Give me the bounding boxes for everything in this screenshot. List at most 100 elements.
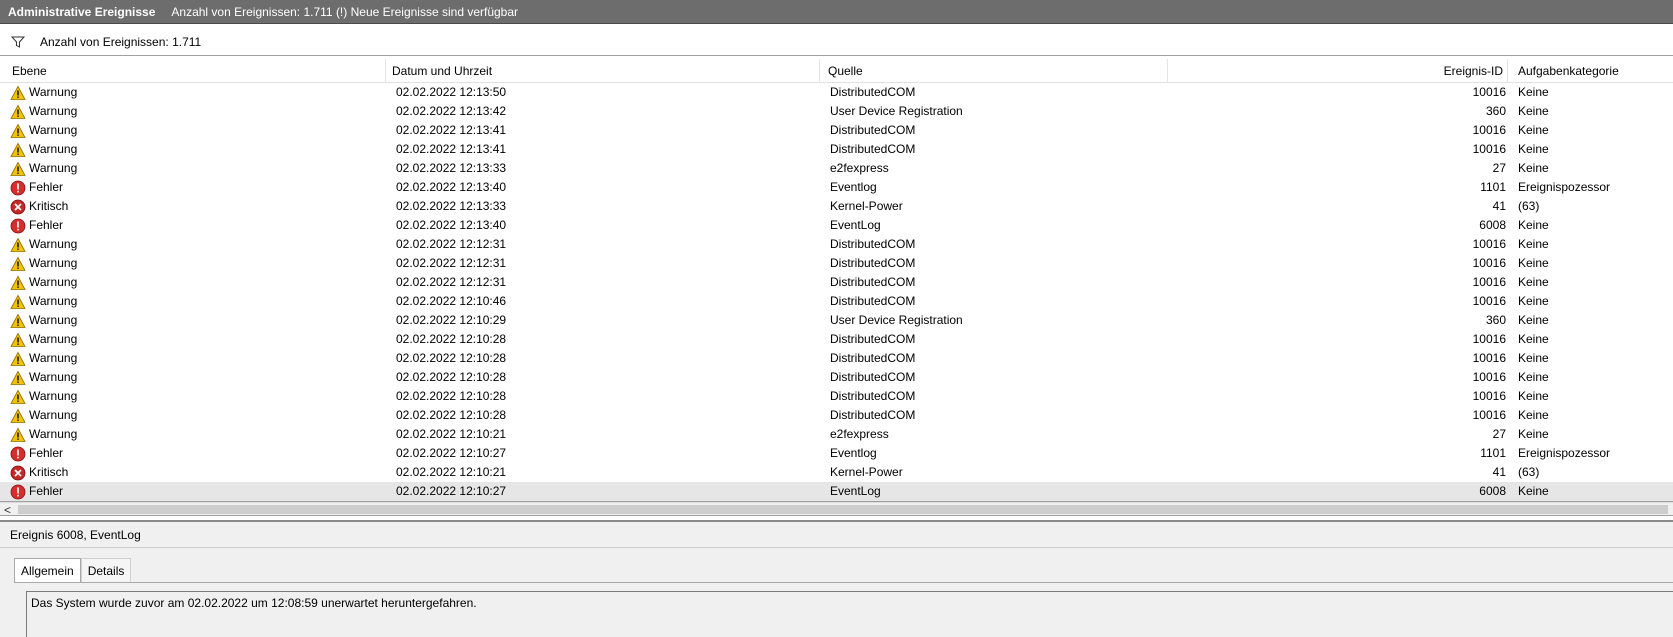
page-title: Administrative Ereignisse — [8, 4, 156, 19]
level-label: Warnung — [29, 104, 78, 118]
source-cell: Kernel-Power — [830, 199, 903, 213]
category-cell: Keine — [1518, 313, 1549, 327]
critical-icon — [10, 465, 26, 481]
error-icon — [10, 484, 26, 500]
table-row[interactable]: Warnung 02.02.2022 12:10:21 e2fexpress 27 Ke… — [0, 425, 1673, 444]
table-body: Warnung 02.02.2022 12:13:50 DistributedCOM… — [0, 83, 1673, 501]
table-row[interactable]: Warnung 02.02.2022 12:10:28 DistributedCOM… — [0, 349, 1673, 368]
warning-icon — [10, 351, 26, 367]
event-message[interactable]: Das System wurde zuvor am 02.02.2022 um … — [26, 591, 1673, 637]
event-table: Ebene Datum und Uhrzeit Quelle Ereignis-… — [0, 59, 1673, 502]
tab-allgemein[interactable]: Allgemein — [14, 558, 81, 583]
table-row[interactable]: Warnung 02.02.2022 12:13:41 DistributedCOM… — [0, 121, 1673, 140]
date-cell: 02.02.2022 12:10:29 — [396, 313, 507, 327]
column-header-category[interactable]: Aufgabenkategorie — [1512, 59, 1673, 83]
category-cell: Keine — [1518, 85, 1549, 99]
source-cell: EventLog — [830, 218, 881, 232]
critical-icon — [10, 199, 26, 215]
category-cell: Ereignispozessor — [1518, 180, 1611, 194]
date-cell: 02.02.2022 12:10:21 — [396, 427, 507, 441]
date-cell: 02.02.2022 12:10:28 — [396, 408, 507, 422]
horizontal-scrollbar[interactable]: < — [0, 502, 1673, 517]
event-id-cell: 6008 — [1479, 484, 1506, 498]
table-row[interactable]: Warnung 02.02.2022 12:10:46 DistributedCOM… — [0, 292, 1673, 311]
source-cell: EventLog — [830, 484, 881, 498]
table-row[interactable]: Warnung 02.02.2022 12:10:28 DistributedCOM… — [0, 330, 1673, 349]
error-icon — [10, 218, 26, 234]
tab-details[interactable]: Details — [80, 558, 132, 582]
date-cell: 02.02.2022 12:10:28 — [396, 370, 507, 384]
column-header-event-id[interactable]: Ereignis-ID — [1168, 59, 1508, 83]
category-cell: Keine — [1518, 351, 1549, 365]
level-cell: Warnung — [10, 349, 77, 368]
source-cell: User Device Registration — [830, 104, 963, 118]
date-cell: 02.02.2022 12:13:41 — [396, 142, 507, 156]
table-row[interactable]: Fehler 02.02.2022 12:13:40 Eventlog 1101 Ere… — [0, 178, 1673, 197]
table-row[interactable]: Warnung 02.02.2022 12:10:28 DistributedCOM… — [0, 368, 1673, 387]
level-cell: Kritisch — [10, 197, 68, 216]
table-row[interactable]: Warnung 02.02.2022 12:13:33 e2fexpress 27 Ke… — [0, 159, 1673, 178]
level-cell: Warnung — [10, 406, 77, 425]
date-cell: 02.02.2022 12:13:33 — [396, 199, 507, 213]
table-row[interactable]: Kritisch 02.02.2022 12:10:21 Kernel-Power 4… — [0, 463, 1673, 482]
table-row[interactable]: Kritisch 02.02.2022 12:13:33 Kernel-Power 4… — [0, 197, 1673, 216]
warning-icon — [10, 161, 26, 177]
source-cell: DistributedCOM — [830, 85, 916, 99]
date-cell: 02.02.2022 12:13:40 — [396, 180, 507, 194]
level-cell: Warnung — [10, 83, 77, 102]
category-cell: Keine — [1518, 161, 1549, 175]
table-row[interactable]: Warnung 02.02.2022 12:12:31 DistributedCOM… — [0, 235, 1673, 254]
table-row[interactable]: Warnung 02.02.2022 12:10:28 DistributedCOM… — [0, 406, 1673, 425]
column-header-level[interactable]: Ebene — [6, 59, 386, 83]
level-label: Warnung — [29, 313, 78, 327]
window-titlebar: Administrative Ereignisse Anzahl von Ere… — [0, 0, 1673, 24]
event-id-cell: 41 — [1492, 465, 1506, 479]
table-row[interactable]: Warnung 02.02.2022 12:13:41 DistributedCOM… — [0, 140, 1673, 159]
table-row[interactable]: Fehler 02.02.2022 12:10:27 Eventlog 1101 Ere… — [0, 444, 1673, 463]
level-label: Warnung — [29, 370, 78, 384]
warning-icon — [10, 142, 26, 158]
column-header-source[interactable]: Quelle — [822, 59, 1168, 83]
date-cell: 02.02.2022 12:10:28 — [396, 332, 507, 346]
level-cell: Warnung — [10, 425, 77, 444]
category-cell: Keine — [1518, 332, 1549, 346]
scrollbar-thumb[interactable] — [18, 505, 1668, 514]
date-cell: 02.02.2022 12:10:28 — [396, 389, 507, 403]
event-id-cell: 10016 — [1472, 389, 1506, 403]
event-id-cell: 10016 — [1472, 408, 1506, 422]
table-row[interactable]: Warnung 02.02.2022 12:10:28 DistributedCOM… — [0, 387, 1673, 406]
level-cell: Warnung — [10, 102, 77, 121]
warning-icon — [10, 408, 26, 424]
date-cell: 02.02.2022 12:10:27 — [396, 484, 507, 498]
level-label: Warnung — [29, 408, 78, 422]
event-id-cell: 27 — [1492, 427, 1506, 441]
scroll-left-icon[interactable]: < — [4, 503, 14, 517]
table-row[interactable]: Fehler 02.02.2022 12:13:40 EventLog 6008 Kei… — [0, 216, 1673, 235]
category-cell: Keine — [1518, 275, 1549, 289]
table-row[interactable]: Warnung 02.02.2022 12:12:31 DistributedCOM… — [0, 273, 1673, 292]
filter-icon[interactable] — [10, 34, 26, 50]
level-label: Warnung — [29, 161, 78, 175]
warning-icon — [10, 370, 26, 386]
level-cell: Warnung — [10, 121, 77, 140]
level-cell: Fehler — [10, 216, 63, 235]
level-label: Warnung — [29, 123, 78, 137]
level-label: Warnung — [29, 389, 78, 403]
category-cell: Keine — [1518, 484, 1549, 498]
category-cell: Keine — [1518, 256, 1549, 270]
date-cell: 02.02.2022 12:10:21 — [396, 465, 507, 479]
detail-tabs: Allgemein Details — [14, 558, 132, 583]
table-row[interactable]: Warnung 02.02.2022 12:10:29 User Device Re… — [0, 311, 1673, 330]
date-cell: 02.02.2022 12:12:31 — [396, 256, 507, 270]
date-cell: 02.02.2022 12:10:27 — [396, 446, 507, 460]
category-cell: Keine — [1518, 123, 1549, 137]
column-header-date[interactable]: Datum und Uhrzeit — [386, 59, 820, 83]
new-events-notice[interactable]: Anzahl von Ereignissen: 1.711 (!) Neue E… — [155, 5, 518, 19]
table-row[interactable]: Warnung 02.02.2022 12:13:50 DistributedCOM… — [0, 83, 1673, 102]
table-row[interactable]: Warnung 02.02.2022 12:12:31 DistributedCOM… — [0, 254, 1673, 273]
table-row[interactable]: Fehler 02.02.2022 12:10:27 EventLog 6008 Kei… — [0, 482, 1673, 501]
date-cell: 02.02.2022 12:13:42 — [396, 104, 507, 118]
table-row[interactable]: Warnung 02.02.2022 12:13:42 User Device Re… — [0, 102, 1673, 121]
event-count-label: Anzahl von Ereignissen: 1.711 — [40, 34, 202, 49]
level-label: Kritisch — [29, 199, 69, 213]
